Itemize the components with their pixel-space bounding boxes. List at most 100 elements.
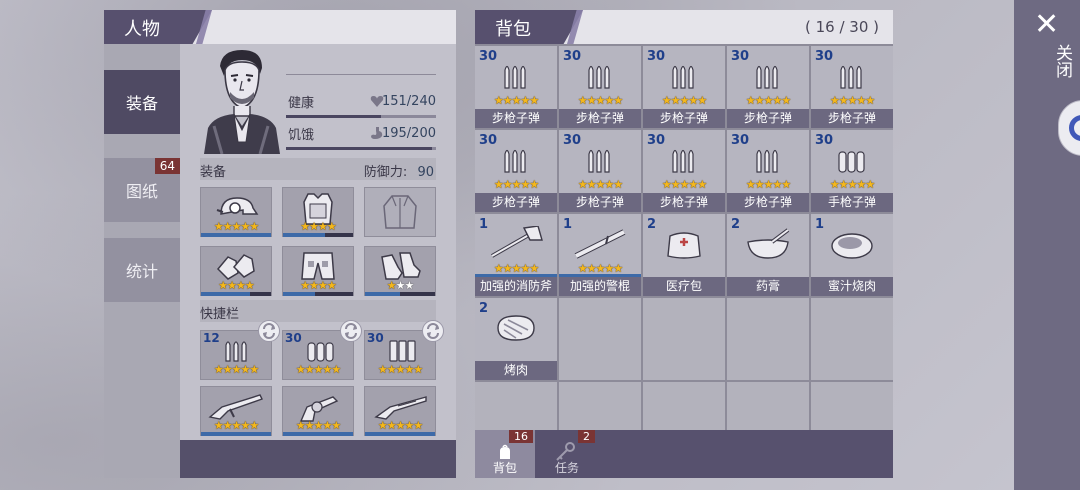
hotbar-6-stars: ★★★★★ bbox=[377, 419, 423, 432]
backpack-slot[interactable]: 30 ★★★★★ 步枪子弹 bbox=[727, 130, 809, 212]
durability-bar bbox=[365, 432, 435, 436]
assistant-ring bbox=[1069, 115, 1080, 141]
equip-slot-hands[interactable]: ★★★★ bbox=[200, 246, 272, 296]
item-name: 步枪子弹 bbox=[559, 193, 641, 212]
durability-bar bbox=[201, 233, 271, 237]
health-bar bbox=[286, 115, 436, 118]
item-quantity: 30 bbox=[815, 133, 834, 148]
hunger-stat: 饥饿 195/200 bbox=[286, 124, 436, 154]
hotbar-2-swap-icon[interactable] bbox=[340, 320, 362, 342]
item-name: 医疗包 bbox=[643, 277, 725, 296]
close-icon[interactable]: ✕ bbox=[1034, 10, 1059, 40]
rifle-ammo-icon bbox=[588, 149, 610, 173]
backpack-slot[interactable]: 1 蜜汁烧肉 bbox=[811, 214, 893, 296]
tab-blueprints[interactable]: 图纸 64 bbox=[104, 158, 180, 222]
backpack-icon bbox=[500, 444, 510, 459]
rifle-ammo-icon bbox=[756, 149, 778, 173]
close-panel[interactable]: ✕ 关闭 bbox=[1014, 0, 1080, 490]
backpack-slot[interactable]: 2 烤肉 bbox=[475, 298, 557, 380]
character-title-tab: 人物 bbox=[104, 10, 212, 44]
hotbar-4-stars: ★★★★★ bbox=[213, 419, 259, 432]
backpack-slot[interactable]: 1 ★★★★★ 加强的警棍 bbox=[559, 214, 641, 296]
backpack-slot[interactable]: 1 ★★★★★ 加强的消防斧 bbox=[475, 214, 557, 296]
hotbar-slot-4[interactable]: ★★★★★ bbox=[200, 386, 272, 436]
backpack-slot[interactable]: 30 ★★★★★ 步枪子弹 bbox=[811, 46, 893, 128]
durability-bar bbox=[283, 233, 353, 237]
backpack-slot[interactable]: 30 ★★★★★ 手枪子弹 bbox=[811, 130, 893, 212]
durability-bar bbox=[201, 292, 271, 296]
equip-feet-stars: ★★★ bbox=[386, 279, 415, 292]
hotbar-2-qty: 30 bbox=[285, 331, 302, 345]
equip-slot-coat[interactable] bbox=[364, 187, 436, 237]
close-label: 关闭 bbox=[1052, 44, 1072, 78]
backpack-slot[interactable]: 30 ★★★★★ 步枪子弹 bbox=[475, 130, 557, 212]
backpack-slot[interactable]: 30 ★★★★★ 步枪子弹 bbox=[559, 46, 641, 128]
character-title: 人物 bbox=[124, 19, 160, 40]
backpack-slot[interactable]: 30 ★★★★★ 步枪子弹 bbox=[559, 130, 641, 212]
empty-slot[interactable] bbox=[643, 298, 725, 380]
rifle-ammo-icon bbox=[225, 341, 247, 362]
item-quantity: 30 bbox=[731, 133, 750, 148]
equip-slot-feet[interactable]: ★★★ bbox=[364, 246, 436, 296]
item-stars: ★★★★★ bbox=[577, 94, 623, 107]
item-stars: ★★★★★ bbox=[661, 178, 707, 191]
hotbar-3-swap-icon[interactable] bbox=[422, 320, 444, 342]
tab-statistics[interactable]: 统计 bbox=[104, 238, 180, 302]
defense-value: 90 bbox=[417, 165, 434, 180]
empty-slot[interactable] bbox=[559, 298, 641, 380]
rifle-icon bbox=[208, 394, 263, 420]
backpack-slot[interactable]: 30 ★★★★★ 步枪子弹 bbox=[643, 46, 725, 128]
item-name: 步枪子弹 bbox=[643, 193, 725, 212]
footer-tab-backpack[interactable]: 16 背包 bbox=[475, 430, 535, 478]
backpack-slot[interactable]: 30 ★★★★★ 步枪子弹 bbox=[643, 130, 725, 212]
backpack-capacity: ( 16 / 30 ) bbox=[804, 18, 879, 36]
backpack-slot[interactable]: 2 医疗包 bbox=[643, 214, 725, 296]
item-name: 加强的警棍 bbox=[559, 277, 641, 296]
backpack-grid: 30 ★★★★★ 步枪子弹 30 ★★★★★ 步枪子弹 30 ★★★★★ 步枪子弹 30 ★★★★★… bbox=[475, 46, 893, 464]
roast-meat-icon bbox=[497, 315, 535, 341]
empty-slot[interactable] bbox=[727, 298, 809, 380]
hotbar-1-qty: 12 bbox=[203, 331, 220, 345]
backpack-tab-badge: 16 bbox=[509, 430, 533, 443]
honey-meat-icon bbox=[831, 233, 873, 259]
equip-slot-head[interactable]: ★★★★★ bbox=[200, 187, 272, 237]
defense-stat: 防御力: 90 bbox=[364, 161, 434, 180]
hotbar-3-qty: 30 bbox=[367, 331, 384, 345]
equip-slot-body[interactable]: ★★★★ bbox=[282, 187, 354, 237]
backpack-slot[interactable]: 2 药膏 bbox=[727, 214, 809, 296]
hotbar-3-stars: ★★★★★ bbox=[377, 363, 423, 376]
health-stat: 健康 151/240 bbox=[286, 92, 436, 122]
item-stars: ★★★★★ bbox=[577, 262, 623, 275]
item-name: 步枪子弹 bbox=[643, 109, 725, 128]
hotbar-slot-6[interactable]: ★★★★★ bbox=[364, 386, 436, 436]
tab-equipment[interactable]: 装备 bbox=[104, 70, 180, 134]
item-name: 步枪子弹 bbox=[811, 109, 893, 128]
backpack-title: 背包 bbox=[495, 19, 531, 40]
jacket-icon bbox=[383, 195, 417, 229]
hotbar-1-swap-icon[interactable] bbox=[258, 320, 280, 342]
hotbar-slot-5[interactable]: ★★★★★ bbox=[282, 386, 354, 436]
durability-bar bbox=[283, 432, 353, 436]
backpack-slot[interactable]: 30 ★★★★★ 步枪子弹 bbox=[727, 46, 809, 128]
backpack-title-tab: 背包 bbox=[475, 10, 583, 44]
item-quantity: 30 bbox=[563, 49, 582, 64]
durability-fill bbox=[365, 292, 400, 296]
item-quantity: 2 bbox=[479, 301, 489, 316]
empty-slot[interactable] bbox=[811, 298, 893, 380]
equip-hands-stars: ★★★★ bbox=[218, 279, 254, 292]
quest-tab-badge: 2 bbox=[578, 430, 595, 443]
tab-equipment-label: 装备 bbox=[125, 94, 158, 113]
stats-divider bbox=[286, 74, 436, 75]
backpack-panel: 背包 ( 16 / 30 ) 30 ★★★★★ 步枪子弹 30 ★★★★★ 步枪子弹 30 ★… bbox=[475, 10, 893, 478]
backpack-slot[interactable]: 30 ★★★★★ 步枪子弹 bbox=[475, 46, 557, 128]
hunger-label: 饥饿 bbox=[288, 128, 315, 143]
hunger-bar bbox=[286, 147, 436, 150]
baton-icon bbox=[574, 229, 626, 259]
tab-statistics-label: 统计 bbox=[125, 262, 158, 281]
footer-tab-quest[interactable]: 2 任务 bbox=[537, 430, 597, 478]
item-name: 手枪子弹 bbox=[811, 193, 893, 212]
item-stars: ★★★★★ bbox=[493, 94, 539, 107]
equip-slot-legs[interactable]: ★★★★ bbox=[282, 246, 354, 296]
backpack-footer: 16 背包 2 任务 bbox=[475, 430, 893, 478]
item-quantity: 30 bbox=[815, 49, 834, 64]
